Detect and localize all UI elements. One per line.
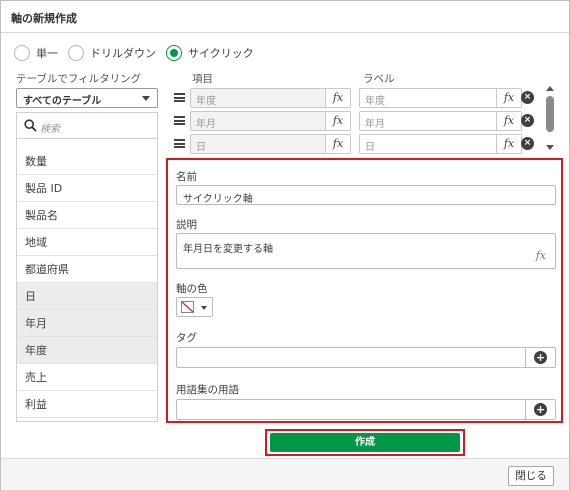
- field-item-value: 年度: [196, 96, 216, 107]
- field-label-value: 年度: [365, 96, 385, 107]
- radio-cyclic-label: サイクリック: [188, 47, 254, 60]
- close-button[interactable]: 閉じる: [508, 466, 554, 486]
- glossary-label: 用語集の用語: [176, 384, 239, 396]
- no-color-swatch-icon: [181, 301, 194, 313]
- scroll-down-arrow-icon[interactable]: [546, 145, 554, 150]
- radio-single[interactable]: 単一: [14, 45, 58, 61]
- field-label-box[interactable]: 年度 fx: [359, 88, 522, 108]
- filter-by-table-label: テーブルでフィルタリング: [16, 73, 142, 85]
- search-icon: [24, 119, 37, 132]
- caret-down-icon: [201, 306, 207, 310]
- fx-icon[interactable]: fx: [496, 112, 521, 130]
- fields-scrollbar[interactable]: [545, 86, 555, 156]
- dialog-titlebar: 軸の新規作成: [1, 1, 569, 33]
- caret-down-icon: [142, 96, 150, 101]
- field-item-value: 年月: [196, 119, 216, 130]
- radio-single-label: 単一: [36, 47, 58, 60]
- column-header-label: ラベル: [363, 73, 395, 85]
- color-picker-button[interactable]: [176, 297, 213, 317]
- description-input[interactable]: 年月日を変更する軸 fx: [176, 233, 556, 269]
- tag-label: タグ: [176, 332, 197, 344]
- field-list-item[interactable]: 製品 ID: [17, 175, 157, 202]
- remove-field-icon[interactable]: ×: [521, 114, 534, 127]
- description-label: 説明: [176, 219, 197, 231]
- field-list-item[interactable]: 利益: [17, 391, 157, 418]
- field-item-value: 日: [196, 142, 206, 153]
- dimension-type-radio-group: 単一 ドリルダウン サイクリック: [14, 44, 264, 62]
- field-list-item[interactable]: 売上: [17, 364, 157, 391]
- field-expression-box[interactable]: 年月 fx: [190, 111, 351, 131]
- fx-icon[interactable]: fx: [325, 112, 350, 130]
- field-list-item[interactable]: 地域: [17, 229, 157, 256]
- field-expression-box[interactable]: 年度 fx: [190, 88, 351, 108]
- field-list-item-selected[interactable]: 年度: [17, 337, 157, 364]
- create-button-highlight: 作成: [265, 429, 465, 456]
- dialog-title: 軸の新規作成: [11, 12, 77, 25]
- fx-icon[interactable]: fx: [536, 249, 546, 262]
- add-tag-button[interactable]: +: [525, 348, 555, 367]
- remove-field-icon[interactable]: ×: [521, 91, 534, 104]
- scrollbar-thumb[interactable]: [546, 96, 554, 132]
- remove-field-icon[interactable]: ×: [521, 137, 534, 150]
- field-list-item[interactable]: 数量: [17, 148, 157, 175]
- field-list-item-selected[interactable]: 日: [17, 283, 157, 310]
- scroll-up-arrow-icon[interactable]: [546, 86, 554, 91]
- table-filter-dropdown[interactable]: すべてのテーブル: [16, 88, 158, 108]
- search-placeholder: 検索: [40, 124, 60, 135]
- tag-input[interactable]: +: [176, 347, 556, 368]
- create-button[interactable]: 作成: [270, 433, 460, 452]
- table-filter-value: すべてのテーブル: [23, 96, 102, 107]
- fx-icon[interactable]: fx: [325, 89, 350, 107]
- field-label-value: 日: [365, 142, 375, 153]
- color-label: 軸の色: [176, 283, 208, 295]
- field-list: 検索 数量 製品 ID 製品名 地域 都道府県 日 年月 年度 売上 利益: [16, 112, 158, 422]
- field-list-item[interactable]: 都道府県: [17, 256, 157, 283]
- radio-checked-icon[interactable]: [166, 45, 182, 61]
- name-input[interactable]: サイクリック軸: [176, 185, 556, 205]
- radio-circle-icon[interactable]: [68, 45, 84, 61]
- fx-icon[interactable]: fx: [496, 89, 521, 107]
- field-expression-box[interactable]: 日 fx: [190, 134, 351, 154]
- glossary-input[interactable]: +: [176, 399, 556, 420]
- drag-handle-icon[interactable]: [174, 116, 185, 125]
- radio-drilldown-label: ドリルダウン: [90, 47, 156, 60]
- plus-icon: +: [534, 403, 547, 416]
- plus-icon: +: [534, 351, 547, 364]
- fx-icon[interactable]: fx: [325, 135, 350, 153]
- radio-drilldown[interactable]: ドリルダウン: [68, 45, 156, 61]
- column-header-item: 項目: [192, 73, 213, 85]
- name-label: 名前: [176, 171, 197, 183]
- dimension-properties-panel: 名前 サイクリック軸 説明 年月日を変更する軸 fx 軸の色 タグ + 用語集の…: [166, 158, 563, 423]
- drag-handle-icon[interactable]: [174, 139, 185, 148]
- field-label-value: 年月: [365, 119, 385, 130]
- create-dimension-dialog: 軸の新規作成 単一 ドリルダウン サイクリック テーブルでフィルタリング 項目 …: [0, 0, 570, 490]
- field-list-item[interactable]: 製品名: [17, 202, 157, 229]
- radio-cyclic[interactable]: サイクリック: [166, 45, 254, 61]
- field-list-item-selected[interactable]: 年月: [17, 310, 157, 337]
- name-input-value: サイクリック軸: [183, 194, 253, 205]
- fx-icon[interactable]: fx: [496, 135, 521, 153]
- field-search[interactable]: 検索: [17, 113, 157, 139]
- field-label-box[interactable]: 日 fx: [359, 134, 522, 154]
- add-glossary-term-button[interactable]: +: [525, 400, 555, 419]
- dialog-footer: 閉じる: [1, 458, 569, 490]
- description-input-value: 年月日を変更する軸: [183, 244, 273, 255]
- field-label-box[interactable]: 年月 fx: [359, 111, 522, 131]
- drag-handle-icon[interactable]: [174, 93, 185, 102]
- radio-circle-icon[interactable]: [14, 45, 30, 61]
